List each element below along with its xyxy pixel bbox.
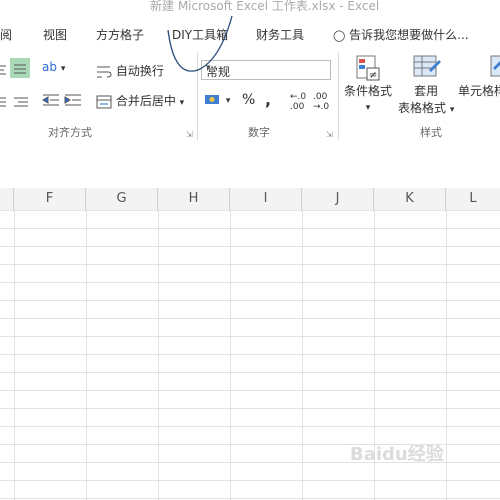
alignment-dialog-launcher-icon[interactable]: ⇲ bbox=[186, 130, 193, 139]
column-header-g[interactable]: G bbox=[86, 188, 158, 210]
decrease-decimal-icon: .00 →.0 bbox=[313, 92, 330, 112]
conditional-format-icon: ≠ bbox=[356, 55, 380, 81]
lightbulb-icon: ◯ bbox=[333, 29, 346, 42]
tell-me-placeholder: 告诉我您想要做什么... bbox=[349, 28, 469, 42]
decrease-indent-icon bbox=[42, 94, 59, 105]
orientation-button[interactable]: ab ▾ bbox=[42, 60, 65, 74]
tab-fangfang[interactable]: 方方格子 bbox=[96, 26, 144, 43]
svg-text:≠: ≠ bbox=[369, 70, 377, 81]
merge-center-label: 合并后居中 bbox=[115, 94, 176, 108]
align-left-icon bbox=[0, 97, 6, 106]
number-group-label: 数字 bbox=[248, 126, 270, 139]
ribbon-tabs: 审阅 视图 方方格子 DIY工具箱 财务工具 ◯ 告诉我您想要做什么... bbox=[0, 22, 500, 46]
chevron-down-icon: ▾ bbox=[365, 103, 371, 113]
cell-styles-button[interactable]: 单元格样式 bbox=[458, 54, 500, 99]
ribbon: ab ▾ 自动换行 合并后居中 ▾ 对齐方式 ⇲ 常规 ▾ ▾ % , ←.0.… bbox=[0, 46, 500, 147]
alignment-group-label: 对齐方式 bbox=[48, 126, 92, 139]
format-as-table-button[interactable]: 套用 表格格式 ▾ bbox=[398, 54, 454, 116]
chevron-down-icon: ▾ bbox=[449, 105, 455, 115]
number-dialog-launcher-icon[interactable]: ⇲ bbox=[326, 130, 333, 139]
wrap-text-icon bbox=[97, 66, 112, 77]
conditional-format-label: 条件格式 bbox=[344, 84, 393, 98]
column-header-i[interactable]: I bbox=[230, 188, 302, 210]
format-as-table-label-1: 套用 bbox=[414, 84, 439, 98]
merge-center-button[interactable]: 合并后居中 ▾ bbox=[96, 92, 184, 109]
decrease-indent-button[interactable] bbox=[42, 92, 60, 107]
column-header-k[interactable]: K bbox=[374, 188, 446, 210]
align-middle-icon bbox=[14, 64, 26, 74]
align-left-button[interactable] bbox=[0, 62, 6, 76]
gridline bbox=[302, 210, 303, 500]
percent-button[interactable]: % bbox=[242, 92, 255, 108]
wrap-text-label: 自动换行 bbox=[115, 64, 164, 78]
text-orientation-icon: ab bbox=[42, 60, 57, 74]
accounting-format-button[interactable]: ▾ bbox=[204, 92, 230, 107]
column-header-h[interactable]: H bbox=[158, 188, 230, 210]
format-as-table-label-2: 表格格式 bbox=[398, 101, 447, 115]
title-bar: 新建 Microsoft Excel 工作表.xlsx - Excel bbox=[0, 0, 500, 16]
column-header[interactable] bbox=[0, 188, 14, 210]
align-right-icon bbox=[14, 97, 28, 106]
tab-finance-tools[interactable]: 财务工具 bbox=[256, 26, 304, 43]
align-center-button[interactable] bbox=[10, 58, 30, 78]
comma-button[interactable]: , bbox=[265, 90, 271, 109]
group-divider bbox=[338, 52, 339, 140]
align-left-2-button[interactable] bbox=[0, 94, 6, 108]
table-format-icon bbox=[413, 55, 442, 77]
gridline bbox=[230, 210, 231, 500]
column-header-f[interactable]: F bbox=[14, 188, 86, 210]
wrap-text-button[interactable]: 自动换行 bbox=[96, 62, 164, 79]
chevron-down-icon: ▾ bbox=[225, 96, 231, 106]
formula-bar[interactable] bbox=[0, 146, 500, 189]
merge-cells-icon bbox=[96, 95, 112, 108]
increase-decimal-button[interactable]: ←.0.00 bbox=[290, 92, 306, 112]
chevron-down-icon: ▾ bbox=[60, 64, 66, 74]
conditional-format-button[interactable]: ≠ 条件格式 ▾ bbox=[344, 54, 392, 113]
column-header-j[interactable]: J bbox=[302, 188, 374, 210]
chevron-down-icon: ▾ bbox=[179, 98, 185, 108]
increase-indent-icon bbox=[64, 94, 81, 105]
tab-view[interactable]: 视图 bbox=[43, 26, 67, 43]
column-header-l[interactable]: L bbox=[446, 188, 500, 210]
styles-group-label: 样式 bbox=[420, 126, 442, 139]
increase-decimal-icon: ←.0.00 bbox=[290, 92, 307, 112]
increase-indent-button[interactable] bbox=[64, 92, 82, 107]
cell-styles-icon bbox=[490, 55, 500, 77]
column-header-row: F G H I J K L bbox=[0, 188, 500, 211]
cell-styles-label: 单元格样式 bbox=[458, 84, 500, 98]
gridline bbox=[14, 210, 15, 500]
gridline bbox=[446, 210, 447, 500]
currency-icon bbox=[205, 94, 219, 104]
align-right-button[interactable] bbox=[14, 94, 28, 108]
tab-review[interactable]: 审阅 bbox=[0, 26, 12, 43]
annotation-stroke bbox=[167, 15, 233, 72]
decrease-decimal-button[interactable]: .00 →.0 bbox=[313, 92, 329, 112]
align-left-icon bbox=[0, 65, 6, 74]
gridline bbox=[86, 210, 87, 500]
watermark: Baidu经验 bbox=[350, 444, 444, 465]
gridline bbox=[158, 210, 159, 500]
tell-me-box[interactable]: ◯ 告诉我您想要做什么... bbox=[333, 26, 469, 43]
